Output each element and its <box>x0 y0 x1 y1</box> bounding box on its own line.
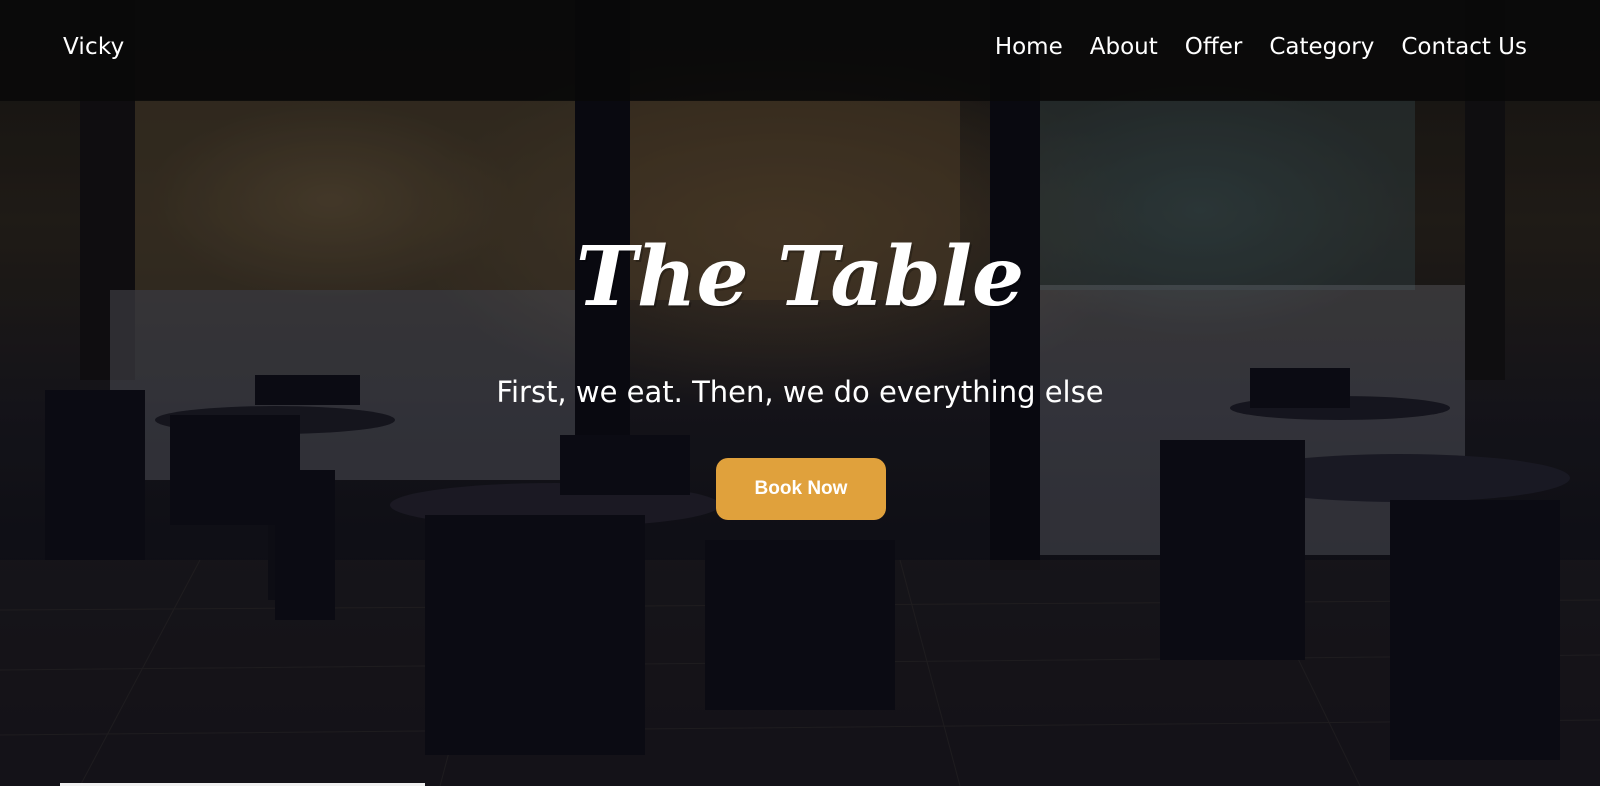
nav-link-category[interactable]: Category <box>1269 34 1374 60</box>
nav-link-contact-us[interactable]: Contact Us <box>1401 34 1527 60</box>
book-now-button[interactable]: Book Now <box>716 458 886 520</box>
brand-logo[interactable]: Vicky <box>63 34 124 60</box>
nav-links: Home About Offer Category Contact Us <box>968 34 1527 60</box>
hero-subtitle: First, we eat. Then, we do everything el… <box>496 375 1104 409</box>
nav-link-about[interactable]: About <box>1090 34 1158 60</box>
top-navbar: Vicky Home About Offer Category Contact … <box>0 0 1600 101</box>
nav-link-offer[interactable]: Offer <box>1185 34 1243 60</box>
hero-title: The Table <box>575 229 1025 325</box>
nav-link-home[interactable]: Home <box>995 34 1063 60</box>
